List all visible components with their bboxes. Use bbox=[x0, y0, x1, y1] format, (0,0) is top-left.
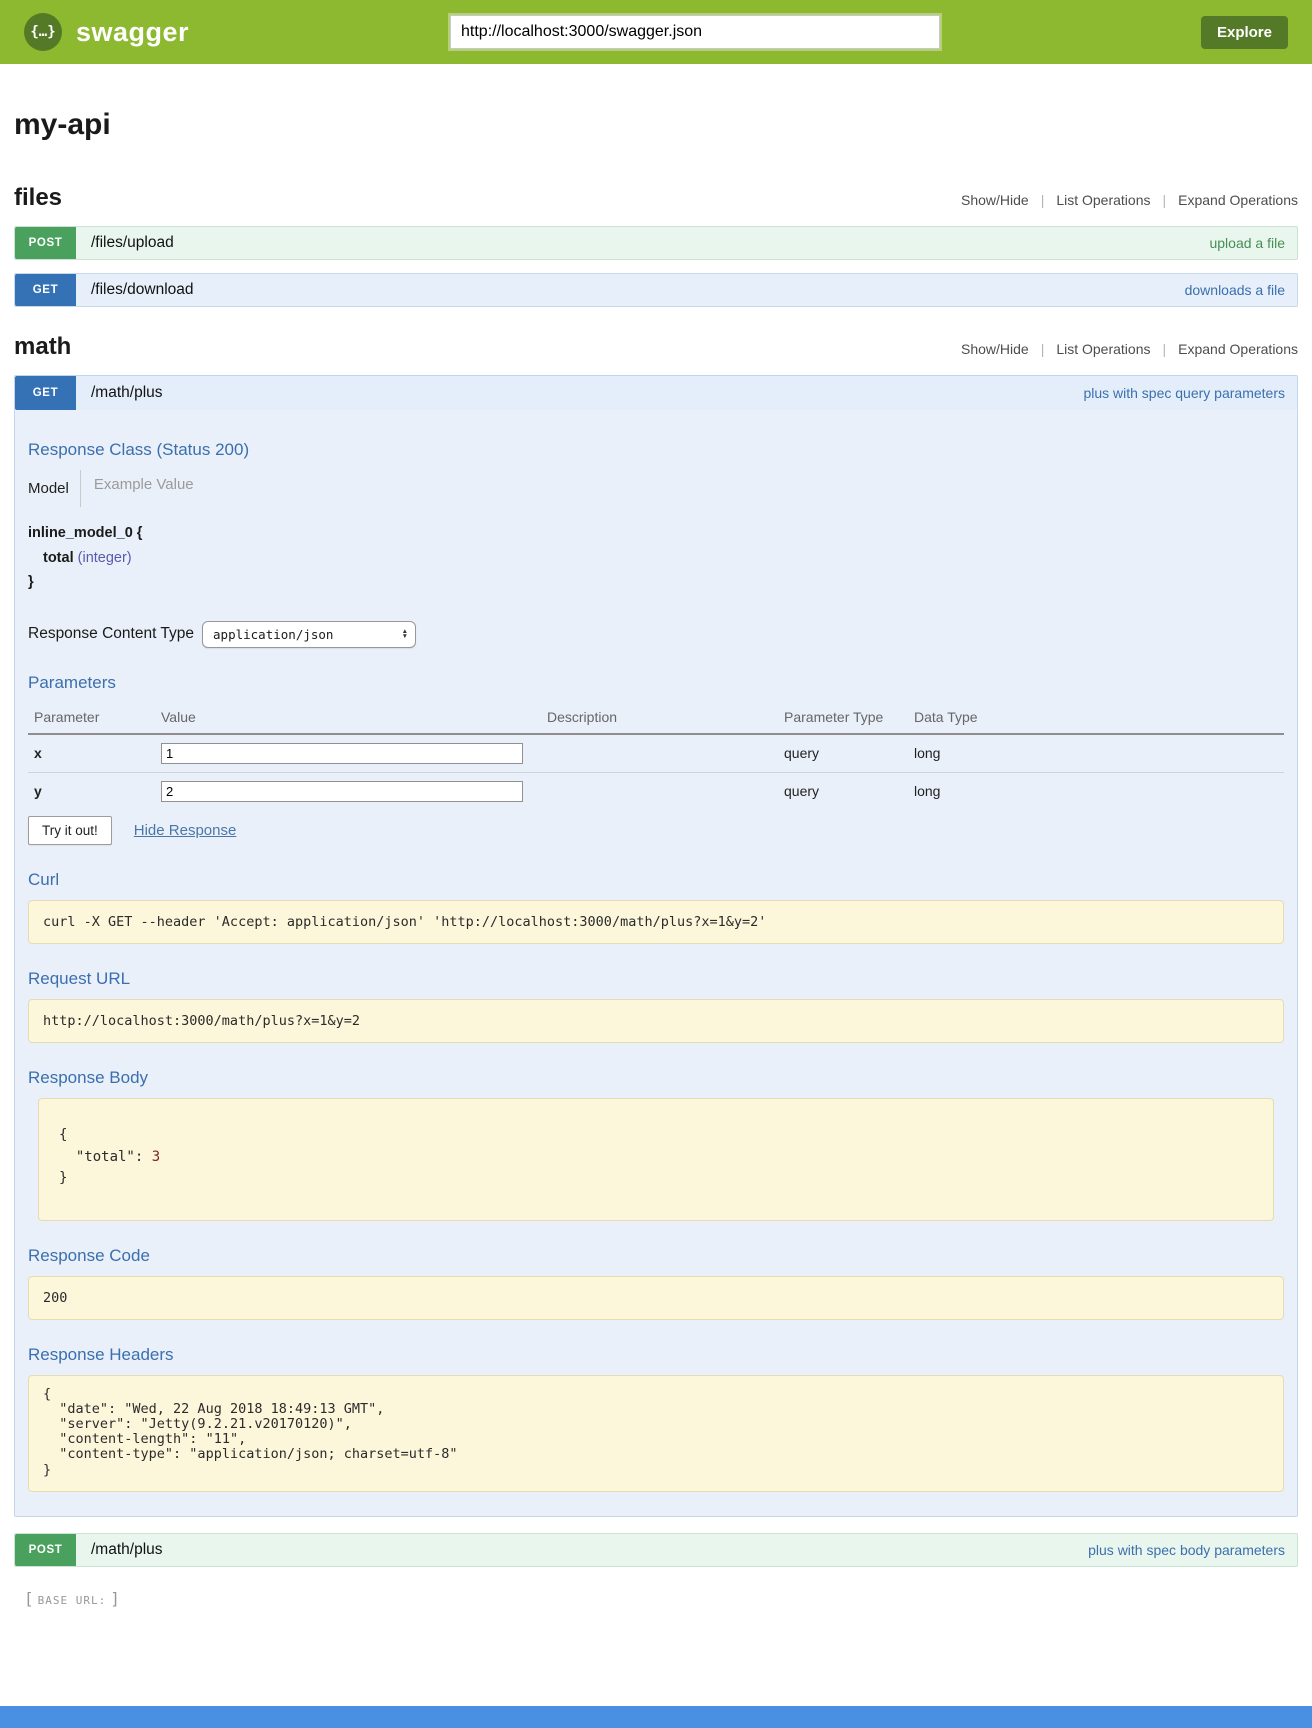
select-arrows-icon: ▲ ▼ bbox=[402, 629, 408, 639]
files-section-header: files Show/Hide | List Operations | Expa… bbox=[14, 184, 1298, 212]
list-operations-link[interactable]: List Operations bbox=[1056, 341, 1150, 357]
response-body-text: } bbox=[59, 1170, 67, 1186]
response-body-value: 3 bbox=[152, 1149, 160, 1165]
col-description: Description bbox=[541, 703, 778, 735]
endpoint-path[interactable]: /files/download bbox=[91, 281, 194, 299]
param-type: query bbox=[778, 735, 908, 773]
endpoint-path[interactable]: /math/plus bbox=[91, 384, 163, 402]
response-code-heading: Response Code bbox=[28, 1246, 1284, 1266]
endpoint-summary-link[interactable]: plus with spec query parameters bbox=[1083, 385, 1285, 401]
model-property-name: total bbox=[43, 550, 74, 566]
request-url-heading: Request URL bbox=[28, 969, 1284, 989]
method-badge-post: POST bbox=[15, 227, 76, 259]
endpoint-row-files-upload[interactable]: POST /files/upload upload a file bbox=[14, 226, 1298, 260]
endpoint-summary-link[interactable]: downloads a file bbox=[1185, 282, 1285, 298]
method-badge-get: GET bbox=[15, 376, 76, 410]
bottom-bar bbox=[0, 1706, 1312, 1728]
curly-braces-icon: {…} bbox=[24, 13, 62, 51]
section-title-math: math bbox=[14, 333, 71, 361]
response-headers-json: { "date": "Wed, 22 Aug 2018 18:49:13 GMT… bbox=[28, 1375, 1284, 1492]
param-name: x bbox=[28, 735, 155, 773]
expand-operations-link[interactable]: Expand Operations bbox=[1178, 192, 1298, 208]
col-value: Value bbox=[155, 703, 541, 735]
response-class-heading: Response Class (Status 200) bbox=[28, 440, 1284, 460]
math-section-header: math Show/Hide | List Operations | Expan… bbox=[14, 333, 1298, 361]
curl-heading: Curl bbox=[28, 870, 1284, 890]
param-y-input[interactable] bbox=[161, 781, 523, 802]
model-property-type: (integer) bbox=[78, 550, 132, 566]
base-url-label: BASE URL: bbox=[38, 1594, 107, 1607]
expanded-operation-panel: GET /math/plus plus with spec query para… bbox=[14, 375, 1298, 1517]
section-title-files: files bbox=[14, 184, 62, 212]
col-parameter: Parameter bbox=[28, 703, 155, 735]
operation-details: Response Class (Status 200) Model Exampl… bbox=[15, 410, 1297, 1516]
param-value-cell bbox=[155, 773, 541, 810]
logo-text: swagger bbox=[76, 17, 189, 48]
response-content-type-row: Response Content Type application/json ▲… bbox=[28, 621, 1284, 648]
endpoint-row-math-plus-post[interactable]: POST /math/plus plus with spec body para… bbox=[14, 1533, 1298, 1567]
model-close: } bbox=[28, 570, 1284, 595]
endpoint-path[interactable]: /math/plus bbox=[91, 1541, 163, 1559]
top-header: {…} swagger Explore bbox=[0, 0, 1312, 64]
endpoint-summary-link[interactable]: plus with spec body parameters bbox=[1088, 1542, 1285, 1558]
response-body-heading: Response Body bbox=[28, 1068, 1284, 1088]
response-content-type-label: Response Content Type bbox=[28, 625, 194, 643]
response-headers-heading: Response Headers bbox=[28, 1345, 1284, 1365]
tab-model[interactable]: Model bbox=[28, 480, 69, 497]
param-data-type: long bbox=[908, 735, 1284, 773]
model-property: total (integer) bbox=[28, 546, 1284, 571]
try-it-out-button[interactable]: Try it out! bbox=[28, 816, 112, 845]
param-description bbox=[541, 773, 778, 810]
hide-response-link[interactable]: Hide Response bbox=[134, 822, 237, 839]
request-url-value: http://localhost:3000/math/plus?x=1&y=2 bbox=[28, 999, 1284, 1043]
parameters-heading: Parameters bbox=[28, 673, 1284, 693]
curl-command: curl -X GET --header 'Accept: applicatio… bbox=[28, 900, 1284, 944]
param-x-input[interactable] bbox=[161, 743, 523, 764]
bracket-close: ] bbox=[110, 1589, 120, 1608]
expand-operations-link[interactable]: Expand Operations bbox=[1178, 341, 1298, 357]
api-url-input[interactable] bbox=[450, 15, 940, 49]
control-separator: | bbox=[1163, 192, 1167, 208]
col-parameter-type: Parameter Type bbox=[778, 703, 908, 735]
bracket-open: [ bbox=[24, 1589, 34, 1608]
tab-example-value[interactable]: Example Value bbox=[80, 470, 194, 507]
show-hide-link[interactable]: Show/Hide bbox=[961, 341, 1029, 357]
param-description bbox=[541, 735, 778, 773]
response-body-text: { "total": bbox=[59, 1127, 152, 1165]
param-type: query bbox=[778, 773, 908, 810]
param-name: y bbox=[28, 773, 155, 810]
response-body: { "total": 3 } bbox=[38, 1098, 1274, 1221]
section-controls: Show/Hide | List Operations | Expand Ope… bbox=[961, 341, 1298, 357]
endpoint-row-math-plus-get[interactable]: GET /math/plus plus with spec query para… bbox=[15, 376, 1297, 410]
parameters-table: Parameter Value Description Parameter Ty… bbox=[28, 703, 1284, 810]
control-separator: | bbox=[1163, 341, 1167, 357]
endpoint-row-files-download[interactable]: GET /files/download downloads a file bbox=[14, 273, 1298, 307]
param-value-cell bbox=[155, 735, 541, 773]
model-tabs: Model Example Value bbox=[28, 470, 1284, 507]
response-code-value: 200 bbox=[28, 1276, 1284, 1320]
control-separator: | bbox=[1041, 341, 1045, 357]
model-open: inline_model_0 { bbox=[28, 521, 1284, 546]
explore-button[interactable]: Explore bbox=[1201, 16, 1288, 49]
section-controls: Show/Hide | List Operations | Expand Ope… bbox=[961, 192, 1298, 208]
select-selected-value: application/json bbox=[213, 627, 333, 642]
endpoint-path[interactable]: /files/upload bbox=[91, 234, 174, 252]
list-operations-link[interactable]: List Operations bbox=[1056, 192, 1150, 208]
base-url-footer: [ BASE URL:] bbox=[24, 1589, 1298, 1608]
endpoint-summary-link[interactable]: upload a file bbox=[1209, 235, 1285, 251]
col-data-type: Data Type bbox=[908, 703, 1284, 735]
method-badge-post: POST bbox=[15, 1534, 76, 1566]
page-title: my-api bbox=[14, 108, 1298, 142]
url-input-wrap bbox=[189, 15, 1201, 49]
method-badge-get: GET bbox=[15, 274, 76, 306]
swagger-logo[interactable]: {…} swagger bbox=[24, 13, 189, 51]
response-content-type-select[interactable]: application/json ▲ ▼ bbox=[202, 621, 416, 648]
control-separator: | bbox=[1041, 192, 1045, 208]
try-row: Try it out! Hide Response bbox=[28, 816, 1284, 845]
param-data-type: long bbox=[908, 773, 1284, 810]
model-definition: inline_model_0 { total (integer) } bbox=[28, 521, 1284, 595]
show-hide-link[interactable]: Show/Hide bbox=[961, 192, 1029, 208]
